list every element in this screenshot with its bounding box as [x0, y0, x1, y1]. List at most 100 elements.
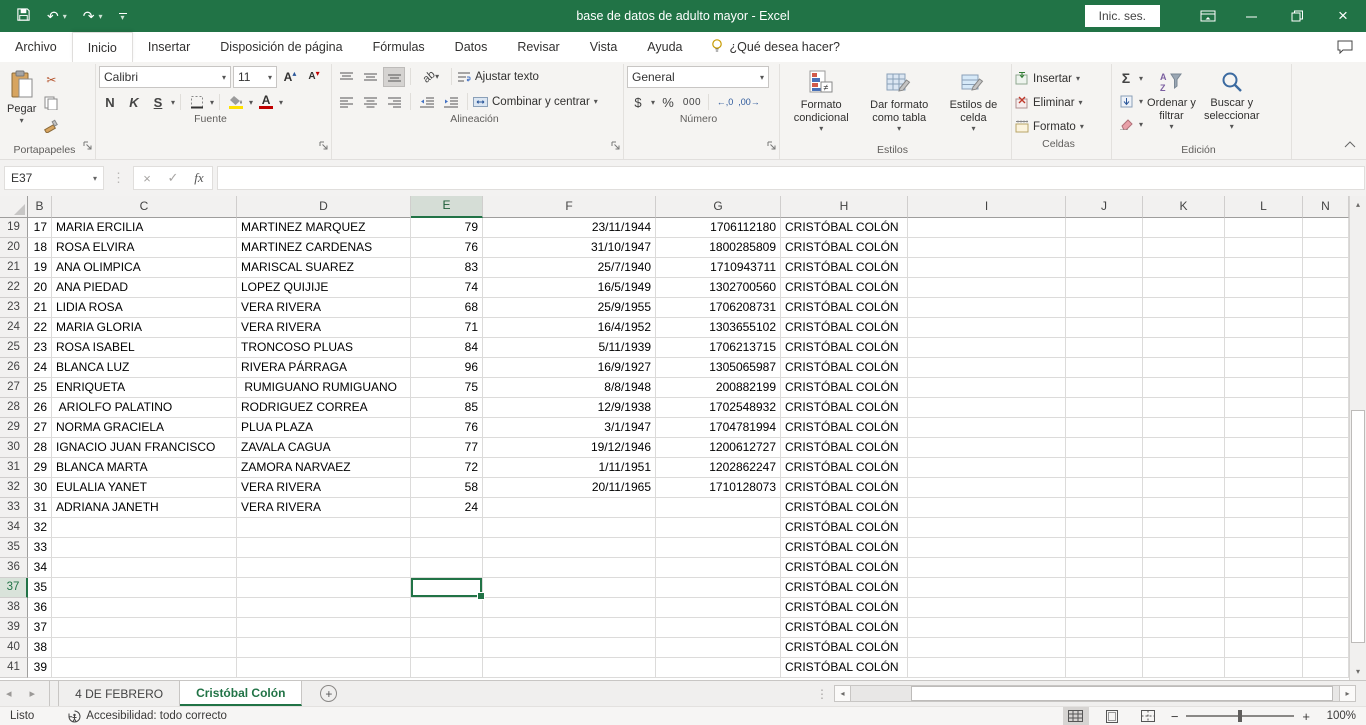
cell-f22[interactable]: 16/5/1949: [483, 278, 656, 298]
cell-k32[interactable]: [1143, 478, 1225, 498]
column-header-b[interactable]: B: [28, 196, 52, 218]
insert-function-icon[interactable]: fx: [186, 170, 212, 186]
cell-e30[interactable]: 77: [411, 438, 483, 458]
cell-n23[interactable]: [1303, 298, 1349, 318]
page-layout-view-icon[interactable]: [1099, 707, 1125, 725]
cell-j25[interactable]: [1066, 338, 1143, 358]
sheet-nav-right-icon[interactable]: ▸: [30, 687, 36, 700]
cell-e19[interactable]: 79: [411, 218, 483, 238]
cell-b24[interactable]: 22: [28, 318, 52, 338]
cell-l33[interactable]: [1225, 498, 1303, 518]
cell-j28[interactable]: [1066, 398, 1143, 418]
cell-b28[interactable]: 26: [28, 398, 52, 418]
cell-f29[interactable]: 3/1/1947: [483, 418, 656, 438]
cell-f26[interactable]: 16/9/1927: [483, 358, 656, 378]
cell-c35[interactable]: [52, 538, 237, 558]
cell-k22[interactable]: [1143, 278, 1225, 298]
cell-i35[interactable]: [908, 538, 1066, 558]
cell-e21[interactable]: 83: [411, 258, 483, 278]
select-all-corner[interactable]: [0, 196, 28, 218]
cell-j27[interactable]: [1066, 378, 1143, 398]
cell-d24[interactable]: VERA RIVERA: [237, 318, 411, 338]
cell-e32[interactable]: 58: [411, 478, 483, 498]
cell-f41[interactable]: [483, 658, 656, 678]
cell-l29[interactable]: [1225, 418, 1303, 438]
cell-g40[interactable]: [656, 638, 781, 658]
cell-l25[interactable]: [1225, 338, 1303, 358]
column-header-n[interactable]: N: [1303, 196, 1349, 218]
cell-h31[interactable]: CRISTÓBAL COLÓN: [781, 458, 908, 478]
alignment-dialog-launcher-icon[interactable]: [611, 138, 621, 156]
cell-f39[interactable]: [483, 618, 656, 638]
formula-bar-splitter[interactable]: ⋮: [108, 170, 129, 186]
column-header-j[interactable]: J: [1066, 196, 1143, 218]
cell-c37[interactable]: [52, 578, 237, 598]
align-top-icon[interactable]: [335, 67, 357, 87]
merge-center-button[interactable]: Combinar y centrar ▾: [473, 91, 598, 112]
cell-g21[interactable]: 1710943711: [656, 258, 781, 278]
cell-k26[interactable]: [1143, 358, 1225, 378]
cell-g29[interactable]: 1704781994: [656, 418, 781, 438]
row-header-41[interactable]: 41: [0, 658, 28, 678]
cell-g30[interactable]: 1200612727: [656, 438, 781, 458]
add-sheet-button[interactable]: +: [320, 685, 337, 702]
zoom-in-button[interactable]: +: [1302, 709, 1310, 724]
zoom-level[interactable]: 100%: [1318, 710, 1356, 722]
cell-f38[interactable]: [483, 598, 656, 618]
align-center-icon[interactable]: [359, 92, 381, 112]
increase-indent-icon[interactable]: [440, 92, 462, 112]
cell-j34[interactable]: [1066, 518, 1143, 538]
cell-b26[interactable]: 24: [28, 358, 52, 378]
cell-d38[interactable]: [237, 598, 411, 618]
cell-n38[interactable]: [1303, 598, 1349, 618]
cell-l34[interactable]: [1225, 518, 1303, 538]
column-header-d[interactable]: D: [237, 196, 411, 218]
cell-i33[interactable]: [908, 498, 1066, 518]
cell-b23[interactable]: 21: [28, 298, 52, 318]
cell-n34[interactable]: [1303, 518, 1349, 538]
cell-i36[interactable]: [908, 558, 1066, 578]
copy-icon[interactable]: [40, 93, 62, 113]
cell-l28[interactable]: [1225, 398, 1303, 418]
cell-c40[interactable]: [52, 638, 237, 658]
cell-i31[interactable]: [908, 458, 1066, 478]
decrease-indent-icon[interactable]: [416, 92, 438, 112]
cell-f36[interactable]: [483, 558, 656, 578]
cell-f34[interactable]: [483, 518, 656, 538]
cell-d23[interactable]: VERA RIVERA: [237, 298, 411, 318]
ribbon-tab-vista[interactable]: Vista: [575, 32, 633, 62]
cell-h25[interactable]: CRISTÓBAL COLÓN: [781, 338, 908, 358]
cell-k37[interactable]: [1143, 578, 1225, 598]
cell-k27[interactable]: [1143, 378, 1225, 398]
tell-me[interactable]: ¿Qué desea hacer?: [698, 32, 853, 62]
ribbon-tab-disposicion-de-pagina[interactable]: Disposición de página: [205, 32, 357, 62]
cell-c41[interactable]: [52, 658, 237, 678]
format-cells-button[interactable]: Formato▾: [1015, 116, 1108, 137]
cell-n31[interactable]: [1303, 458, 1349, 478]
align-left-icon[interactable]: [335, 92, 357, 112]
cell-b35[interactable]: 33: [28, 538, 52, 558]
row-header-26[interactable]: 26: [0, 358, 28, 378]
cell-f19[interactable]: 23/11/1944: [483, 218, 656, 238]
cell-b39[interactable]: 37: [28, 618, 52, 638]
cell-g36[interactable]: [656, 558, 781, 578]
paste-button[interactable]: Pegar▾: [3, 66, 40, 143]
cell-c25[interactable]: ROSA ISABEL: [52, 338, 237, 358]
font-dialog-launcher-icon[interactable]: [319, 138, 329, 156]
row-header-20[interactable]: 20: [0, 238, 28, 258]
row-header-29[interactable]: 29: [0, 418, 28, 438]
cell-c20[interactable]: ROSA ELVIRA: [52, 238, 237, 258]
ribbon-tab-insertar[interactable]: Insertar: [133, 32, 205, 62]
shrink-font-button[interactable]: A▾: [303, 67, 325, 87]
cell-b37[interactable]: 35: [28, 578, 52, 598]
cell-h35[interactable]: CRISTÓBAL COLÓN: [781, 538, 908, 558]
cell-f25[interactable]: 5/11/1939: [483, 338, 656, 358]
redo-caret-icon[interactable]: ▾: [98, 12, 102, 21]
row-header-35[interactable]: 35: [0, 538, 28, 558]
cell-g32[interactable]: 1710128073: [656, 478, 781, 498]
cell-k38[interactable]: [1143, 598, 1225, 618]
cell-d32[interactable]: VERA RIVERA: [237, 478, 411, 498]
cell-h39[interactable]: CRISTÓBAL COLÓN: [781, 618, 908, 638]
cell-c34[interactable]: [52, 518, 237, 538]
find-select-button[interactable]: Buscar y seleccionar▾: [1200, 66, 1264, 143]
